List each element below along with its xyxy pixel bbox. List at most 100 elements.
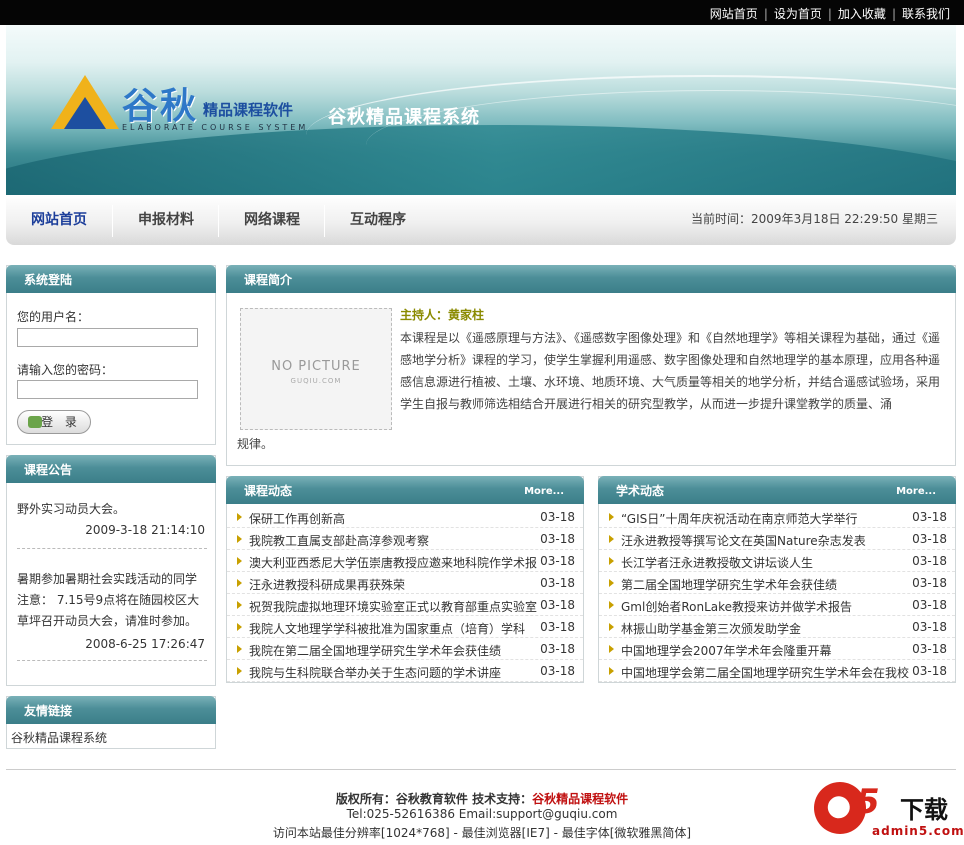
watermark-5-text: 5 xyxy=(856,782,880,822)
news-row: 我院人文地理学学科被批准为国家重点（培育）学科 03-18 xyxy=(227,616,583,638)
site-title: 谷秋精品课程系统 xyxy=(328,107,480,128)
news-date: 03-18 xyxy=(912,620,947,634)
bullet-arrow-icon xyxy=(237,535,242,543)
bullet-arrow-icon xyxy=(609,513,614,521)
news-date: 03-18 xyxy=(540,532,575,546)
no-picture-sub: GUQIU.COM xyxy=(290,377,342,385)
news-date: 03-18 xyxy=(912,642,947,656)
toplink-contact[interactable]: 联系我们 xyxy=(902,7,950,21)
nav-divider xyxy=(218,205,219,237)
news-date: 03-18 xyxy=(912,532,947,546)
news-link[interactable]: 中国地理学会2007年学术年会隆重开幕 xyxy=(621,642,911,659)
news-link[interactable]: 祝贺我院虚拟地理环境实验室正式以教育部重点实验室 xyxy=(249,598,539,615)
friend-links-panel: 友情链接 谷秋精品课程系统 xyxy=(6,696,216,749)
bullet-arrow-icon xyxy=(237,623,242,631)
nav-online-course[interactable]: 网络课程 xyxy=(220,195,324,245)
news-link[interactable]: “GIS日”十周年庆祝活动在南京师范大学举行 xyxy=(621,510,911,527)
news-link[interactable]: 汪永进教授等撰写论文在英国Nature杂志发表 xyxy=(621,532,911,549)
nav-home[interactable]: 网站首页 xyxy=(6,195,112,245)
friend-links-header: 友情链接 xyxy=(6,696,216,724)
course-image-placeholder: NO PICTURE GUQIU.COM xyxy=(240,308,392,430)
watermark-url: admin5.com xyxy=(872,824,964,838)
news-link[interactable]: Gml创始者RonLake教授来访并做学术报告 xyxy=(621,598,911,615)
announcement-item[interactable]: 暑期参加暑期社会实践活动的同学注意： 7.15号9点将在随园校区大草坪召开动员大… xyxy=(17,569,207,632)
bullet-arrow-icon xyxy=(237,601,242,609)
news-row: 林振山助学基金第三次颁发助学金 03-18 xyxy=(599,616,955,638)
academic-news-more-link[interactable]: More... xyxy=(896,486,936,497)
news-link[interactable]: 保研工作再创新高 xyxy=(249,510,539,527)
nav-materials[interactable]: 申报材料 xyxy=(114,195,218,245)
course-intro-text-end: 规律。 xyxy=(237,437,274,451)
main-nav: 网站首页 申报材料 网络课程 互动程序 当前时间：2009年3月18日 22:2… xyxy=(6,195,956,245)
announcement-panel: 课程公告 野外实习动员大会。 2009-3-18 21:14:10 暑期参加暑期… xyxy=(6,455,216,686)
footer-copyright-text: 版权所有：谷秋教育软件 技术支持： xyxy=(335,792,533,806)
current-time: 当前时间：2009年3月18日 22:29:50 星期三 xyxy=(691,212,938,226)
news-link[interactable]: 我院与生科院联合举办关于生态问题的学术讲座 xyxy=(249,664,539,681)
news-row: Gml创始者RonLake教授来访并做学术报告 03-18 xyxy=(599,594,955,616)
course-news-more-link[interactable]: More... xyxy=(524,486,564,497)
news-row: 澳大利亚西悉尼大学伍崇唐教授应邀来地科院作学术报 03-18 xyxy=(227,550,583,572)
separator: | xyxy=(891,7,896,21)
news-row: 中国地理学会2007年学术年会隆重开幕 03-18 xyxy=(599,638,955,660)
admin5-watermark-logo: 5 下载 admin5.com xyxy=(796,776,964,842)
news-row: 长江学者汪永进教授敬文讲坛谈人生 03-18 xyxy=(599,550,955,572)
course-intro-header: 课程简介 xyxy=(226,265,956,293)
course-news-panel: 课程动态 More... 保研工作再创新高 03-18 我院教工直属支部赴高淳参观考… xyxy=(226,476,584,683)
news-link[interactable]: 林振山助学基金第三次颁发助学金 xyxy=(621,620,911,637)
watermark-download-text: 下载 xyxy=(900,796,948,824)
separator: | xyxy=(827,7,832,21)
news-row: 祝贺我院虚拟地理环境实验室正式以教育部重点实验室 03-18 xyxy=(227,594,583,616)
top-bar: 网站首页 | 设为首页 | 加入收藏 | 联系我们 xyxy=(0,0,964,25)
news-row: 第二届全国地理学研究生学术年会获佳绩 03-18 xyxy=(599,572,955,594)
course-intro-title: 课程简介 xyxy=(244,273,293,287)
login-panel-header: 系统登陆 xyxy=(6,265,216,293)
news-link[interactable]: 中国地理学会第二届全国地理学研究生学术年会在我校 xyxy=(621,664,911,681)
bullet-arrow-icon xyxy=(609,601,614,609)
news-link[interactable]: 我院在第二届全国地理学研究生学术年会获佳绩 xyxy=(249,642,539,659)
nav-interactive[interactable]: 互动程序 xyxy=(326,195,430,245)
news-link[interactable]: 澳大利亚西悉尼大学伍崇唐教授应邀来地科院作学术报 xyxy=(249,554,539,571)
toplink-add-favorite[interactable]: 加入收藏 xyxy=(838,7,886,21)
toplink-set-homepage[interactable]: 设为首页 xyxy=(774,7,822,21)
news-date: 03-18 xyxy=(912,576,947,590)
course-intro-text: 本课程是以《遥感原理与方法》、《遥感数字图像处理》和《自然地理学》等相关课程为基… xyxy=(400,331,941,411)
nav-divider xyxy=(112,205,113,237)
bullet-arrow-icon xyxy=(237,557,242,565)
news-row: 我院在第二届全国地理学研究生学术年会获佳绩 03-18 xyxy=(227,638,583,660)
bullet-arrow-icon xyxy=(609,645,614,653)
news-date: 03-18 xyxy=(540,554,575,568)
toplink-home[interactable]: 网站首页 xyxy=(710,7,758,21)
news-link[interactable]: 我院教工直属支部赴高淳参观考察 xyxy=(249,532,539,549)
password-input[interactable] xyxy=(17,380,198,399)
divider xyxy=(17,548,207,549)
announcement-date: 2008-6-25 17:26:47 xyxy=(85,637,205,651)
course-host: 主持人：黄家柱 xyxy=(400,308,485,322)
news-link[interactable]: 第二届全国地理学研究生学术年会获佳绩 xyxy=(621,576,911,593)
login-button-label: 登 录 xyxy=(41,415,81,429)
bullet-arrow-icon xyxy=(237,667,242,675)
username-input[interactable] xyxy=(17,328,198,347)
news-link[interactable]: 长江学者汪永进教授敬文讲坛谈人生 xyxy=(621,554,911,571)
login-button[interactable]: 登 录 xyxy=(17,410,91,434)
nav-divider xyxy=(324,205,325,237)
bullet-arrow-icon xyxy=(237,645,242,653)
announcement-item[interactable]: 野外实习动员大会。 xyxy=(17,499,207,520)
academic-news-title: 学术动态 xyxy=(616,484,665,498)
bullet-arrow-icon xyxy=(237,579,242,587)
academic-news-header: 学术动态 More... xyxy=(598,476,956,504)
news-link[interactable]: 汪永进教授科研成果再获殊荣 xyxy=(249,576,539,593)
footer-divider xyxy=(6,769,956,770)
logo-sub-text: 精品课程软件 xyxy=(203,101,294,119)
logo-triangle-inner-icon xyxy=(64,97,106,129)
news-link[interactable]: 我院人文地理学学科被批准为国家重点（培育）学科 xyxy=(249,620,539,637)
news-row: 汪永进教授等撰写论文在英国Nature杂志发表 03-18 xyxy=(599,528,955,550)
course-intro-panel: 课程简介 NO PICTURE GUQIU.COM 主持人：黄家柱 本课程是以《… xyxy=(226,265,956,466)
bullet-arrow-icon xyxy=(609,667,614,675)
news-row: 汪永进教授科研成果再获殊荣 03-18 xyxy=(227,572,583,594)
users-icon xyxy=(28,416,42,428)
footer-brand-link[interactable]: 谷秋精品课程软件 xyxy=(532,792,628,806)
announcement-panel-title: 课程公告 xyxy=(24,463,73,477)
friend-link[interactable]: 谷秋精品课程系统 xyxy=(11,729,107,746)
bullet-arrow-icon xyxy=(237,513,242,521)
news-date: 03-18 xyxy=(540,664,575,678)
